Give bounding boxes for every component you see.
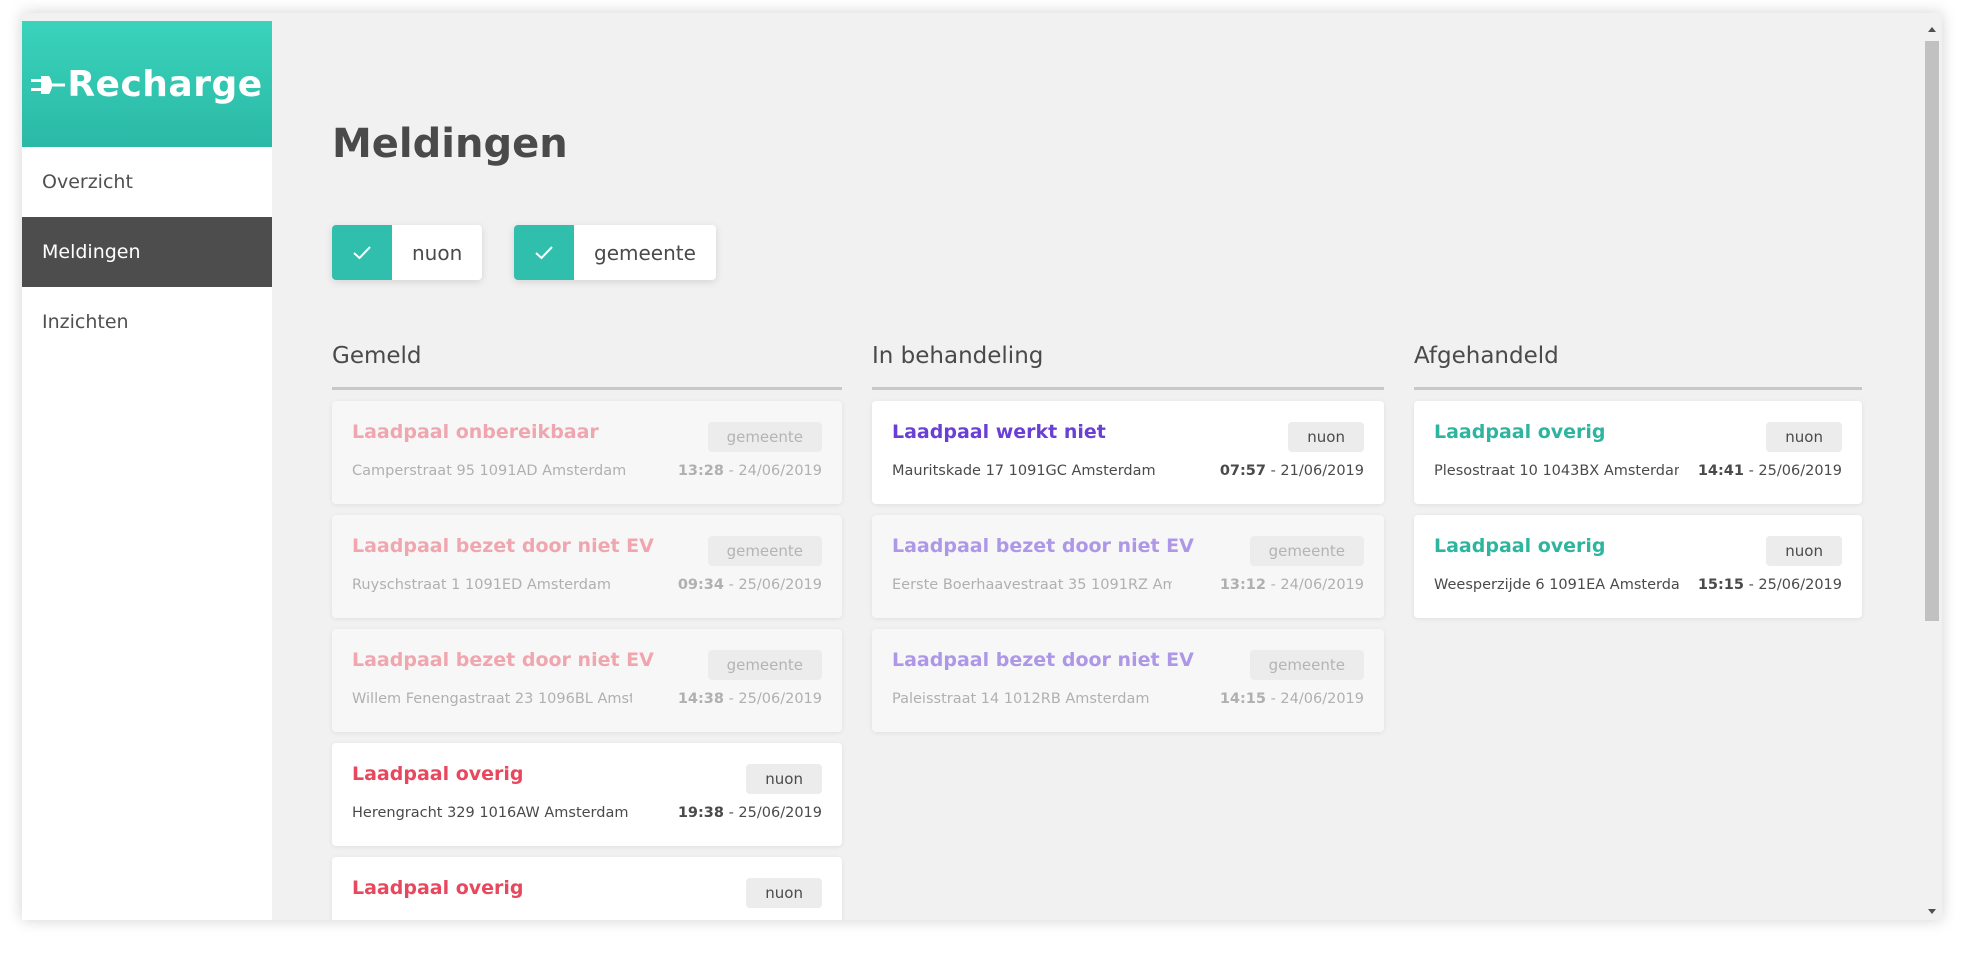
source-badge: nuon [1766,536,1842,566]
card-address: Ruyschstraat 1 1091ED Amsterdam [352,577,611,593]
source-badge: nuon [1288,422,1364,452]
sidebar-item-meldingen[interactable]: Meldingen [22,217,272,287]
card-title: Laadpaal bezet door niet EV [352,649,654,671]
card-title: Laadpaal bezet door niet EV [892,649,1194,671]
card-title: Laadpaal onbereikbaar [352,421,599,443]
report-card[interactable]: Laadpaal overig nuon Plesostraat 10 1043… [1414,401,1862,504]
column-in-behandeling: In behandeling Laadpaal werkt niet nuon … [872,343,1384,732]
source-badge: nuon [1766,422,1842,452]
filter-label: gemeente [594,240,696,265]
card-timestamp: 19:38 - 25/06/2019 [677,805,822,821]
scroll-up-icon[interactable] [1928,27,1936,32]
vertical-scrollbar[interactable] [1922,13,1942,920]
report-card[interactable]: Laadpaal werkt niet nuon Mauritskade 17 … [872,401,1384,504]
page-title: Meldingen [332,121,568,167]
column-gemeld: Gemeld Laadpaal onbereikbaar gemeente Ca… [332,343,842,920]
card-address: Herengracht 329 1016AW Amsterdam [352,805,629,821]
plug-icon [31,64,66,105]
card-timestamp: 13:12 - 24/06/2019 [1219,577,1364,593]
card-title: Laadpaal overig [352,763,524,785]
check-icon[interactable] [332,225,392,280]
report-card[interactable]: Laadpaal bezet door niet EV gemeente Ruy… [332,515,842,618]
main-content: Meldingen nuon gemeente Gemeld Laadpaal … [272,13,1922,920]
source-badge: gemeente [707,650,822,680]
scroll-down-icon[interactable] [1928,909,1936,914]
report-card[interactable]: Laadpaal overig nuon [332,857,842,920]
card-address: Willem Fenengastraat 23 1096BL Amsterdam [352,691,632,707]
card-timestamp: 07:57 - 21/06/2019 [1219,463,1364,479]
logo-text: Recharge [67,63,263,105]
filter-nuon[interactable]: nuon [332,225,483,280]
card-address: Paleisstraat 14 1012RB Amsterdam [892,691,1150,707]
app-window: Recharge Overzicht Meldingen Inzichten M… [22,13,1942,920]
report-card[interactable]: Laadpaal bezet door niet EV gemeente Pal… [872,629,1384,732]
sidebar-item-overzicht[interactable]: Overzicht [22,147,272,217]
card-title: Laadpaal bezet door niet EV [892,535,1194,557]
logo[interactable]: Recharge [22,21,272,147]
card-timestamp: 15:15 - 25/06/2019 [1697,577,1842,593]
source-badge: gemeente [1249,650,1364,680]
card-address: Eerste Boerhaavestraat 35 1091RZ Amsterd… [892,577,1172,593]
card-title: Laadpaal bezet door niet EV [352,535,654,557]
card-timestamp: 13:28 - 24/06/2019 [677,463,822,479]
source-badge: gemeente [707,422,822,452]
card-timestamp: 14:41 - 25/06/2019 [1697,463,1842,479]
card-address: Camperstraat 95 1091AD Amsterdam [352,463,627,479]
column-title: In behandeling [872,343,1384,390]
card-title: Laadpaal overig [1434,535,1606,557]
column-title: Afgehandeld [1414,343,1862,390]
column-afgehandeld: Afgehandeld Laadpaal overig nuon Plesost… [1414,343,1862,618]
report-card[interactable]: Laadpaal bezet door niet EV gemeente Eer… [872,515,1384,618]
source-badge: gemeente [707,536,822,566]
card-title: Laadpaal overig [1434,421,1606,443]
source-badge: nuon [746,878,822,908]
card-timestamp: 14:15 - 24/06/2019 [1219,691,1364,707]
card-address: Plesostraat 10 1043BX Amsterdam [1434,463,1679,479]
sidebar-item-inzichten[interactable]: Inzichten [22,287,272,357]
source-badge: gemeente [1249,536,1364,566]
source-badge: nuon [746,764,822,794]
filter-label: nuon [412,240,463,265]
report-card[interactable]: Laadpaal overig nuon Herengracht 329 101… [332,743,842,846]
sidebar: Recharge Overzicht Meldingen Inzichten [22,21,272,920]
report-card[interactable]: Laadpaal bezet door niet EV gemeente Wil… [332,629,842,732]
report-card[interactable]: Laadpaal onbereikbaar gemeente Camperstr… [332,401,842,504]
scrollbar-thumb[interactable] [1925,41,1939,621]
report-card[interactable]: Laadpaal overig nuon Weesperzijde 6 1091… [1414,515,1862,618]
card-title: Laadpaal overig [352,877,524,899]
card-address: Weesperzijde 6 1091EA Amsterdam [1434,577,1679,593]
card-timestamp: 09:34 - 25/06/2019 [677,577,822,593]
filter-gemeente[interactable]: gemeente [514,225,716,280]
card-address: Mauritskade 17 1091GC Amsterdam [892,463,1156,479]
check-icon[interactable] [514,225,574,280]
column-title: Gemeld [332,343,842,390]
card-title: Laadpaal werkt niet [892,421,1106,443]
card-timestamp: 14:38 - 25/06/2019 [677,691,822,707]
